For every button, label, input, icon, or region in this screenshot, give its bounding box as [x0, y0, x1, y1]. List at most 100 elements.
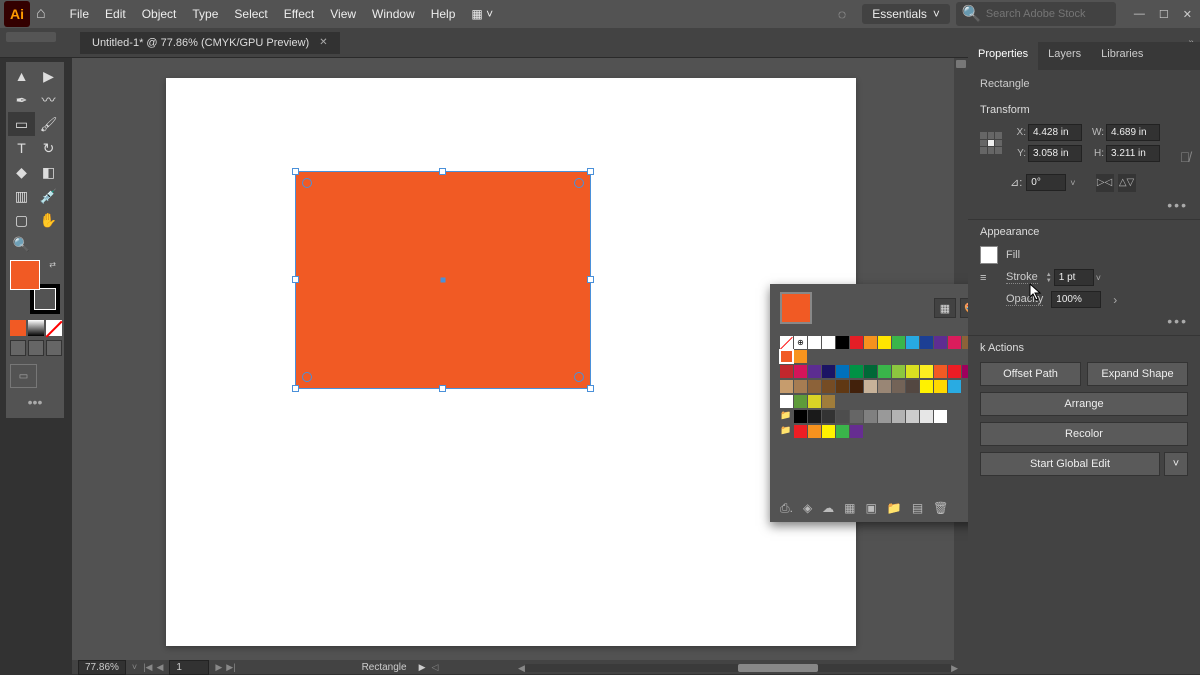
- swatch-color[interactable]: [808, 425, 821, 438]
- swatch-color[interactable]: [948, 336, 961, 349]
- swatch-color[interactable]: [822, 425, 835, 438]
- swatch-color[interactable]: [780, 365, 793, 378]
- document-tab[interactable]: Untitled-1* @ 77.86% (CMYK/GPU Preview) …: [80, 32, 340, 54]
- swatch-color[interactable]: [892, 365, 905, 378]
- offset-path-button[interactable]: Offset Path: [980, 362, 1081, 386]
- status-back-icon[interactable]: ◁: [432, 662, 439, 673]
- swatch-color[interactable]: [864, 410, 877, 423]
- swatch-color[interactable]: [920, 410, 933, 423]
- swatch-color[interactable]: [934, 336, 947, 349]
- new-color-group-icon[interactable]: ▦: [844, 501, 855, 516]
- swatch-color[interactable]: [850, 410, 863, 423]
- menu-view[interactable]: View: [322, 7, 364, 21]
- swatch-color[interactable]: [878, 380, 891, 393]
- tab-layers[interactable]: Layers: [1038, 42, 1091, 70]
- stroke-label[interactable]: Stroke: [1006, 271, 1038, 284]
- swatch-color[interactable]: [780, 380, 793, 393]
- menu-object[interactable]: Object: [134, 7, 185, 21]
- selection-handle[interactable]: [587, 385, 594, 392]
- rotate-tool[interactable]: ↻: [35, 136, 62, 160]
- color-mode-none[interactable]: [46, 320, 62, 336]
- transform-more-options[interactable]: •••: [980, 197, 1188, 213]
- maximize-button[interactable]: ☐: [1155, 8, 1173, 21]
- corner-widget[interactable]: [302, 178, 312, 188]
- swatch-color[interactable]: [892, 336, 905, 349]
- stroke-weight-dropdown-icon[interactable]: ˅: [1096, 273, 1101, 283]
- swatch-color[interactable]: [808, 336, 821, 349]
- color-mode-gradient[interactable]: [28, 320, 44, 336]
- direct-selection-tool[interactable]: ▶: [35, 64, 62, 88]
- selection-tool[interactable]: ▲: [8, 64, 35, 88]
- swatch-color[interactable]: [864, 336, 877, 349]
- swatch-color[interactable]: [920, 336, 933, 349]
- prev-artboard-icon[interactable]: ◀: [156, 662, 163, 673]
- swatch-color[interactable]: [794, 395, 807, 408]
- swatch-color[interactable]: [878, 336, 891, 349]
- swatch-color[interactable]: [822, 365, 835, 378]
- artboard-number-field[interactable]: 1: [169, 660, 209, 675]
- swatch-color[interactable]: [780, 350, 793, 363]
- show-swatch-kinds-icon[interactable]: ◈: [803, 501, 812, 516]
- rotate-dropdown-icon[interactable]: ˅: [1070, 178, 1075, 188]
- selection-handle[interactable]: [439, 385, 446, 392]
- delete-swatch-icon[interactable]: 🗑: [933, 501, 948, 516]
- reference-point-locator[interactable]: [980, 132, 1002, 154]
- discover-icon[interactable]: ◌: [838, 6, 846, 22]
- menu-select[interactable]: Select: [226, 7, 275, 21]
- screen-mode[interactable]: ▭: [10, 364, 37, 388]
- edit-toolbar[interactable]: •••: [8, 388, 62, 416]
- horizontal-scrollbar[interactable]: ◀ ▶: [518, 662, 958, 674]
- curvature-tool[interactable]: 〰: [35, 88, 62, 112]
- selected-rectangle[interactable]: [296, 172, 590, 388]
- swatch-color[interactable]: [906, 365, 919, 378]
- swatch-color[interactable]: [948, 380, 961, 393]
- swatch-color[interactable]: [794, 425, 807, 438]
- eraser-tool[interactable]: ◧: [35, 160, 62, 184]
- menu-help[interactable]: Help: [423, 7, 464, 21]
- swatch-folder-icon[interactable]: 📁: [780, 410, 793, 423]
- swatch-color[interactable]: [920, 380, 933, 393]
- tab-close-icon[interactable]: ✕: [319, 37, 327, 48]
- opacity-field[interactable]: [1051, 291, 1101, 308]
- home-icon[interactable]: ⌂: [36, 5, 46, 23]
- minimize-button[interactable]: —: [1130, 8, 1149, 21]
- status-play-icon[interactable]: ▶: [419, 662, 426, 673]
- y-field[interactable]: [1028, 145, 1082, 162]
- stroke-list-icon[interactable]: ≡: [980, 272, 998, 284]
- swatch-color[interactable]: [822, 410, 835, 423]
- hand-tool[interactable]: ✋: [35, 208, 62, 232]
- tab-properties[interactable]: Properties: [968, 42, 1038, 70]
- fill-color-box[interactable]: [10, 260, 40, 290]
- fill-stroke-control[interactable]: ⇄: [10, 260, 60, 314]
- first-artboard-icon[interactable]: |◀: [143, 662, 152, 673]
- swatch-color[interactable]: [836, 425, 849, 438]
- swatch-color[interactable]: [836, 336, 849, 349]
- opacity-label[interactable]: Opacity: [1006, 293, 1043, 306]
- selection-handle[interactable]: [587, 276, 594, 283]
- pen-tool[interactable]: ✒: [8, 88, 35, 112]
- swatch-color[interactable]: [850, 336, 863, 349]
- zoom-tool[interactable]: 🔍: [8, 232, 35, 256]
- swatch-color[interactable]: [850, 380, 863, 393]
- flip-horizontal-button[interactable]: ▷◁: [1096, 174, 1114, 192]
- zoom-dropdown-icon[interactable]: ˅: [132, 662, 137, 672]
- swatch-color[interactable]: [906, 410, 919, 423]
- swatch-options-icon[interactable]: ☁: [822, 501, 834, 516]
- selection-handle[interactable]: [587, 168, 594, 175]
- swatch-color[interactable]: [808, 410, 821, 423]
- swatch-folder-icon[interactable]: 📁: [780, 425, 793, 438]
- swatch-color[interactable]: [934, 365, 947, 378]
- artboard-tool[interactable]: ▢: [8, 208, 35, 232]
- swatch-color[interactable]: [934, 410, 947, 423]
- type-tool[interactable]: T: [8, 136, 35, 160]
- draw-normal[interactable]: [10, 340, 26, 356]
- swap-fill-stroke-icon[interactable]: ⇄: [49, 260, 56, 269]
- selection-handle[interactable]: [292, 276, 299, 283]
- swatch-color[interactable]: [808, 395, 821, 408]
- menu-effect[interactable]: Effect: [276, 7, 322, 21]
- swatch-color[interactable]: [864, 365, 877, 378]
- swatch-color[interactable]: [836, 410, 849, 423]
- color-mode-solid[interactable]: [10, 320, 26, 336]
- swatch-color[interactable]: [822, 395, 835, 408]
- swatch-color[interactable]: [906, 380, 919, 393]
